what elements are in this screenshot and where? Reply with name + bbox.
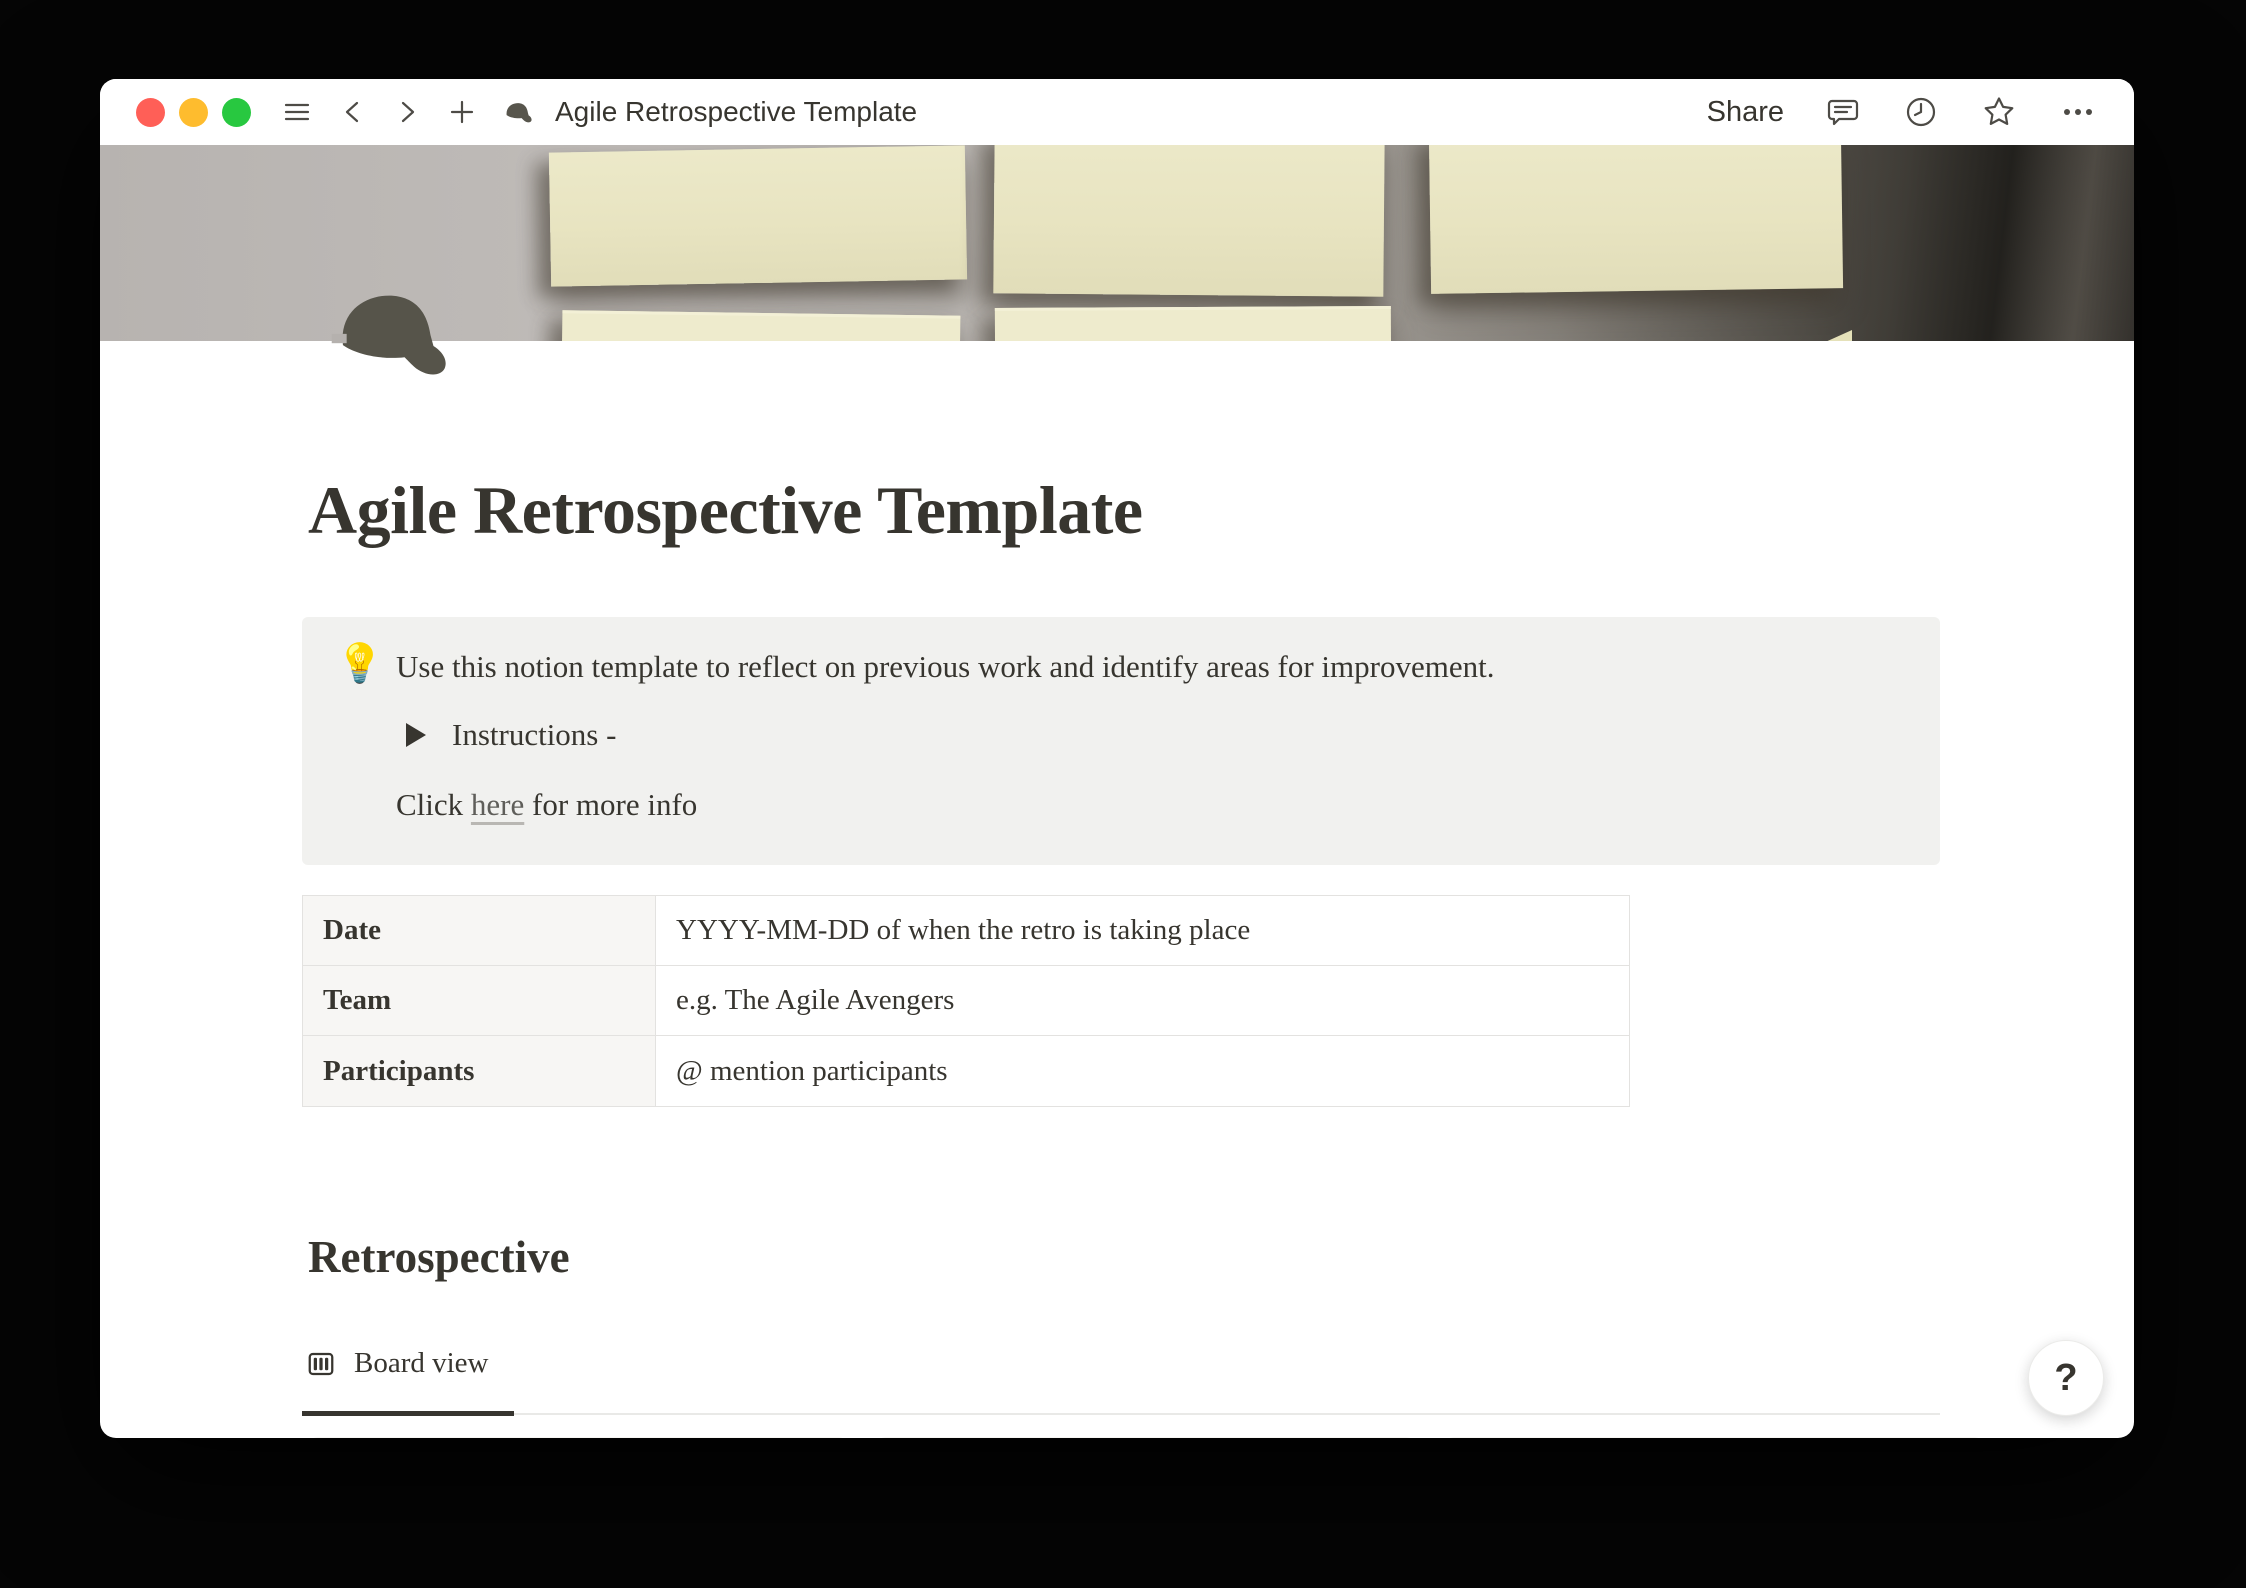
sticky-note	[1429, 145, 1843, 294]
sticky-note	[549, 145, 967, 286]
tab-board-view[interactable]: Board view	[306, 1347, 489, 1380]
board-view-label: Board view	[354, 1347, 489, 1380]
zoom-window-button[interactable]	[222, 98, 251, 127]
toggle-label: Instructions -	[452, 717, 616, 753]
sticky-note	[995, 306, 1391, 341]
page-cap-icon-small	[503, 100, 537, 124]
instructions-toggle[interactable]: Instructions -	[406, 717, 616, 753]
new-tab-plus-icon[interactable]	[447, 96, 477, 128]
table-value-cell[interactable]: YYYY-MM-DD of when the retro is taking p…	[656, 896, 1629, 965]
minimize-window-button[interactable]	[179, 98, 208, 127]
section-heading: Retrospective	[308, 1231, 570, 1283]
table-row: Date YYYY-MM-DD of when the retro is tak…	[303, 896, 1629, 966]
callout-block: 💡 Use this notion template to reflect on…	[302, 617, 1940, 865]
forward-icon[interactable]	[393, 96, 421, 128]
callout-link-line: Click here for more info	[396, 787, 697, 823]
here-link[interactable]: here	[471, 787, 524, 822]
lightbulb-icon: 💡	[336, 641, 383, 686]
window-title: Agile Retrospective Template	[555, 96, 917, 128]
share-button[interactable]: Share	[1707, 96, 1784, 129]
close-window-button[interactable]	[136, 98, 165, 127]
page-cap-icon[interactable]	[328, 285, 468, 379]
toggle-triangle-icon	[406, 723, 426, 747]
active-tab-underline	[302, 1411, 514, 1416]
sticky-note	[1792, 327, 1852, 341]
table-label-cell[interactable]: Team	[303, 966, 656, 1035]
board-column: WHAT WENT WRONG 2	[876, 1437, 1416, 1438]
notion-window: Agile Retrospective Template Share	[100, 79, 2134, 1438]
favorite-star-icon[interactable]	[1980, 93, 2018, 131]
comments-icon[interactable]	[1824, 93, 1862, 131]
callout-text: Use this notion template to reflect on p…	[396, 649, 1896, 685]
table-row: Participants @ mention participants	[303, 1036, 1629, 1106]
board-column: WHAT WENT RIGHT 2	[308, 1437, 848, 1438]
help-button[interactable]: ?	[2028, 1340, 2104, 1416]
table-label-cell[interactable]: Date	[303, 896, 656, 965]
board-view-icon	[306, 1349, 336, 1379]
table-value-cell[interactable]: @ mention participants	[656, 1036, 1629, 1106]
traffic-lights	[136, 98, 251, 127]
link-line-prefix: Click	[396, 787, 463, 822]
title-bar: Agile Retrospective Template Share	[100, 79, 2134, 145]
more-ellipsis-icon[interactable]	[2058, 93, 2098, 131]
link-line-suffix: for more info	[532, 787, 697, 822]
sticky-note	[562, 310, 961, 341]
board-column: WHAT WE LEARNED 2	[1444, 1437, 1984, 1438]
table-label-cell[interactable]: Participants	[303, 1036, 656, 1106]
table-value-cell[interactable]: e.g. The Agile Avengers	[656, 966, 1629, 1035]
sticky-note	[993, 145, 1384, 297]
hamburger-menu-icon[interactable]	[281, 96, 313, 128]
info-table: Date YYYY-MM-DD of when the retro is tak…	[302, 895, 1630, 1107]
table-row: Team e.g. The Agile Avengers	[303, 966, 1629, 1036]
history-clock-icon[interactable]	[1902, 93, 1940, 131]
tab-divider	[302, 1413, 1940, 1415]
page-title[interactable]: Agile Retrospective Template	[308, 471, 1948, 550]
back-icon[interactable]	[339, 96, 367, 128]
titlebar-actions: Share	[1707, 93, 2098, 131]
